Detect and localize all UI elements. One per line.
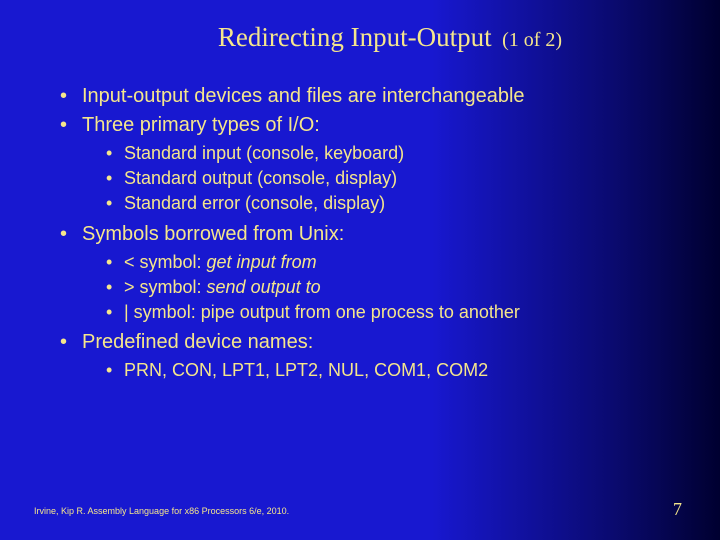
bullet-item: Three primary types of I/O: Standard inp… — [54, 112, 686, 217]
sub-bullet-text: Standard input (console, keyboard) — [124, 143, 404, 163]
sub-bullet-text: < symbol: — [124, 252, 207, 272]
bullet-text: Predefined device names: — [82, 331, 313, 353]
sub-bullet-item: Standard output (console, display) — [100, 166, 686, 191]
sub-bullet-item: PRN, CON, LPT1, LPT2, NUL, COM1, COM2 — [100, 358, 686, 383]
sub-bullet-item: | symbol: pipe output from one process t… — [100, 300, 686, 325]
sub-bullet-item: < symbol: get input from — [100, 250, 686, 275]
slide-subtitle: (1 of 2) — [502, 29, 562, 51]
sub-bullet-text: Standard error (console, display) — [124, 193, 385, 213]
slide: Redirecting Input-Output (1 of 2) Input-… — [0, 0, 720, 383]
sub-bullet-italic: send output to — [207, 277, 321, 297]
bullet-item: Predefined device names: PRN, CON, LPT1,… — [54, 329, 686, 383]
sub-bullet-list: Standard input (console, keyboard) Stand… — [82, 141, 686, 217]
sub-bullet-text: | symbol: pipe output from one process t… — [124, 302, 520, 322]
sub-bullet-text: Standard output (console, display) — [124, 168, 397, 188]
sub-bullet-item: Standard error (console, display) — [100, 191, 686, 216]
footer-citation: Irvine, Kip R. Assembly Language for x86… — [34, 506, 289, 516]
title-row: Redirecting Input-Output (1 of 2) — [34, 22, 686, 53]
sub-bullet-italic: get input from — [207, 252, 317, 272]
bullet-text: Symbols borrowed from Unix: — [82, 223, 344, 245]
bullet-item: Input-output devices and files are inter… — [54, 83, 686, 110]
slide-title: Redirecting Input-Output — [218, 22, 492, 52]
sub-bullet-list: < symbol: get input from > symbol: send … — [82, 250, 686, 326]
sub-bullet-text: > symbol: — [124, 277, 207, 297]
bullet-text: Three primary types of I/O: — [82, 114, 320, 136]
sub-bullet-text: PRN, CON, LPT1, LPT2, NUL, COM1, COM2 — [124, 360, 488, 380]
bullet-item: Symbols borrowed from Unix: < symbol: ge… — [54, 221, 686, 326]
page-number: 7 — [673, 499, 682, 520]
sub-bullet-item: Standard input (console, keyboard) — [100, 141, 686, 166]
bullet-list: Input-output devices and files are inter… — [34, 83, 686, 383]
sub-bullet-list: PRN, CON, LPT1, LPT2, NUL, COM1, COM2 — [82, 358, 686, 383]
sub-bullet-item: > symbol: send output to — [100, 275, 686, 300]
bullet-text: Input-output devices and files are inter… — [82, 85, 525, 107]
